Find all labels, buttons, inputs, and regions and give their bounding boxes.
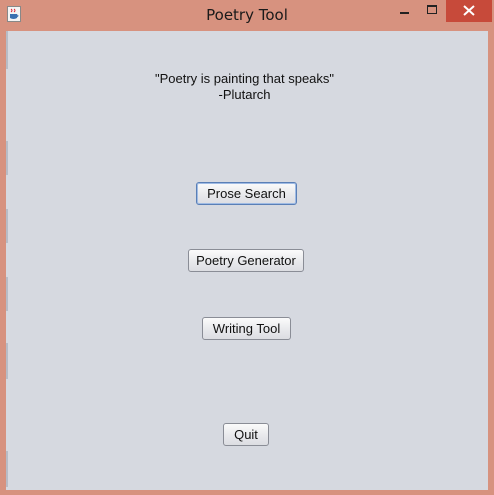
quote-block: "Poetry is painting that speaks" -Plutar… [6, 71, 483, 103]
content-panel: "Poetry is painting that speaks" -Plutar… [6, 31, 488, 490]
panel-edge-mark [6, 209, 8, 243]
close-icon [463, 5, 475, 16]
maximize-button[interactable] [418, 0, 446, 22]
quote-text: "Poetry is painting that speaks" [154, 71, 335, 86]
panel-edge-mark [6, 277, 8, 311]
minimize-button[interactable] [391, 0, 418, 22]
quit-button[interactable]: Quit [223, 423, 269, 446]
writing-tool-button[interactable]: Writing Tool [202, 317, 291, 340]
maximize-icon [427, 5, 437, 14]
poetry-generator-button[interactable]: Poetry Generator [188, 249, 304, 272]
app-window: Poetry Tool "Poetry is painting that spe… [0, 0, 494, 495]
close-button[interactable] [446, 0, 492, 22]
title-bar[interactable]: Poetry Tool [0, 0, 494, 30]
panel-edge-mark [6, 343, 8, 379]
panel-edge-mark [6, 451, 8, 487]
panel-edge-mark [6, 31, 8, 69]
panel-edge-mark [6, 141, 8, 175]
quote-author: -Plutarch [218, 87, 271, 102]
prose-search-button[interactable]: Prose Search [196, 182, 297, 205]
minimize-icon [400, 12, 409, 14]
